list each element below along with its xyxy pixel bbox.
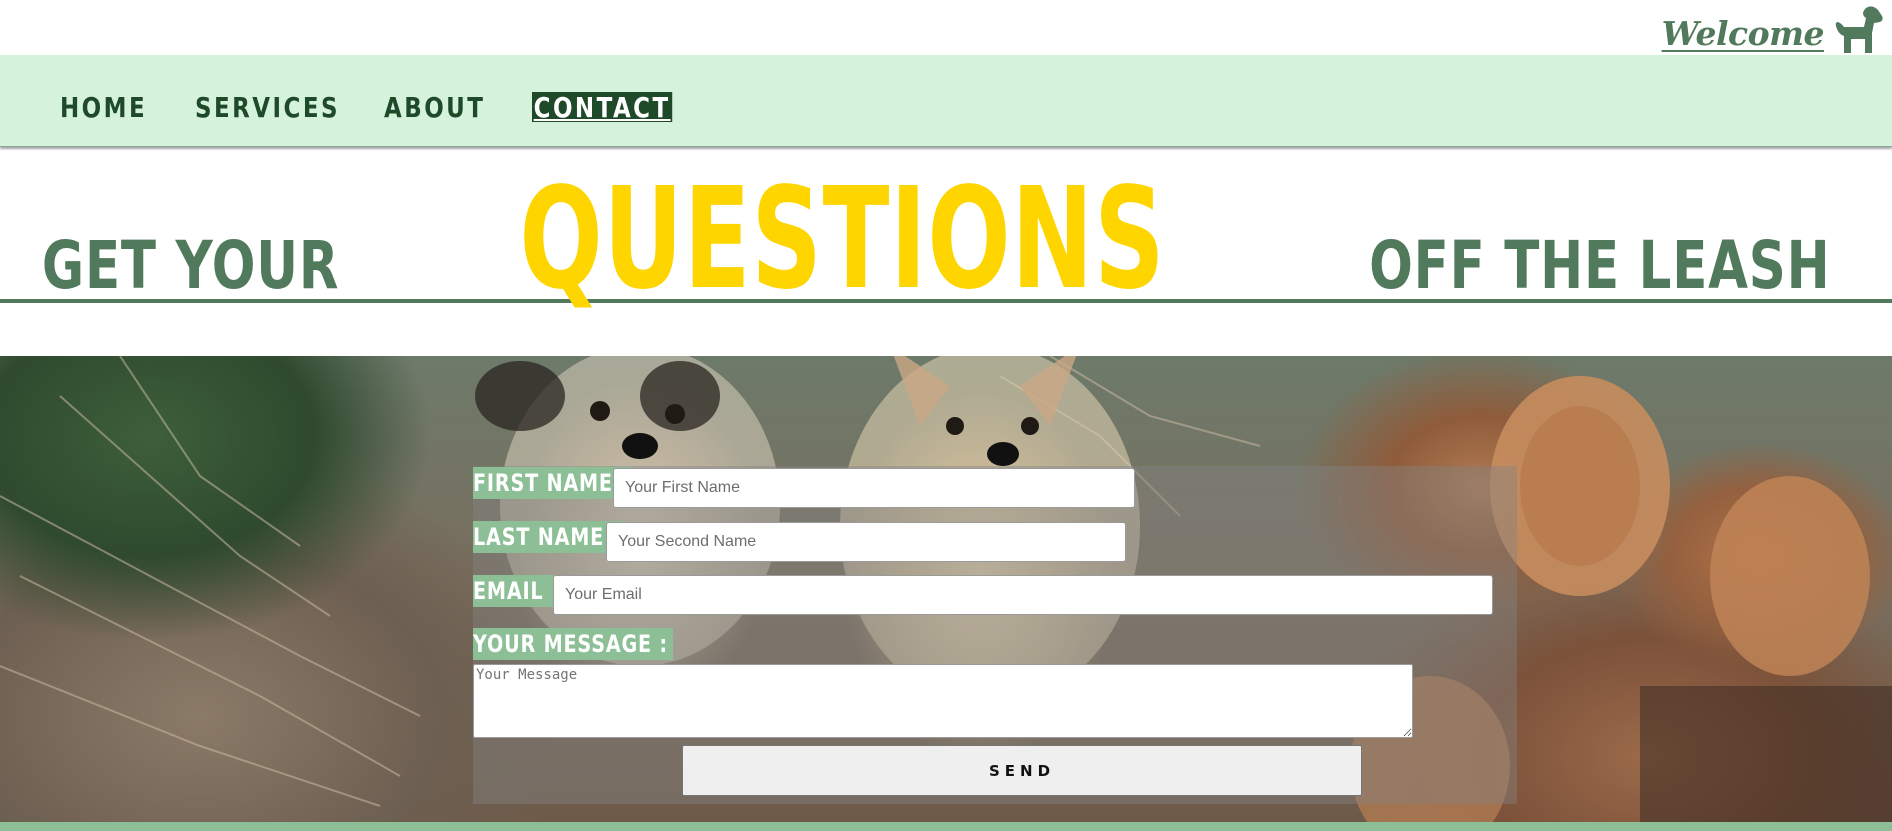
email-label: EMAIL : <box>473 575 565 607</box>
dog-icon <box>1835 6 1883 53</box>
headline-text: GET YOUR QUESTIONS OFF THE LEASH <box>0 158 1892 321</box>
nav-item-about[interactable]: ABOUT <box>384 94 485 122</box>
last-name-input[interactable] <box>606 522 1126 562</box>
headline-highlight: QUESTIONS <box>519 158 1166 321</box>
first-name-input[interactable] <box>613 468 1135 508</box>
message-label: YOUR MESSAGE : <box>473 628 673 660</box>
page-headline: GET YOUR QUESTIONS OFF THE LEASH <box>0 158 1892 321</box>
nav-item-services[interactable]: SERVICES <box>195 94 340 122</box>
message-textarea[interactable] <box>473 664 1413 738</box>
footer-divider <box>0 822 1892 831</box>
send-button[interactable]: SEND <box>682 745 1362 796</box>
welcome-link[interactable]: Welcome <box>1662 14 1825 53</box>
top-bar: Welcome <box>0 0 1892 55</box>
headline-part2: OFF THE LEASH <box>1369 227 1831 304</box>
last-name-label: LAST NAME : <box>473 521 625 553</box>
nav-item-contact[interactable]: CONTACT <box>532 92 673 122</box>
email-input[interactable] <box>553 575 1493 615</box>
first-name-label: FIRST NAME : <box>473 467 634 499</box>
headline-part1: GET YOUR <box>41 227 340 304</box>
nav-item-home[interactable]: HOME <box>60 94 147 122</box>
main-nav: HOME SERVICES ABOUT CONTACT <box>0 55 1892 147</box>
